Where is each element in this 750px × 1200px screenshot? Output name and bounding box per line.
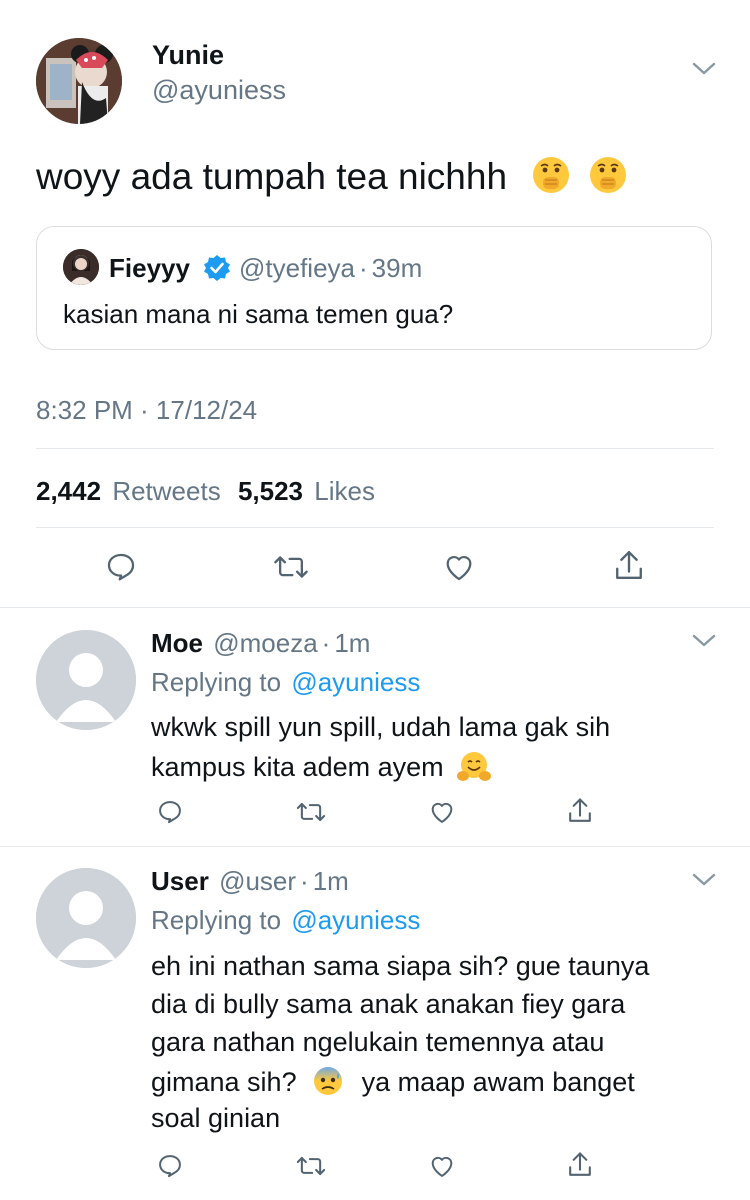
retweet-icon (274, 556, 308, 578)
quoted-handle-text: @tyefieya (239, 253, 355, 283)
divider (36, 448, 714, 449)
reply-text-line: wkwk spill yun spill, udah lama gak sih (151, 712, 611, 742)
likes-count[interactable]: 5,523 (238, 476, 303, 506)
divider (0, 607, 750, 608)
anxious-face-with-sweat-icon (312, 1065, 344, 1097)
retweets-count[interactable]: 2,442 (36, 476, 101, 506)
retweet-button[interactable] (295, 1152, 327, 1180)
tweet-text-content: woyy ada tumpah tea nichhh (36, 156, 508, 197)
separator-dot: · (321, 628, 331, 658)
reply-author-handle[interactable]: @user (219, 866, 296, 896)
replying-to-link[interactable]: @ayuniess (291, 905, 420, 935)
tweet-timestamp[interactable]: 8:32 PM · 17/12/24 (36, 395, 257, 426)
reply-time: 1m (334, 628, 371, 658)
share-button[interactable] (566, 796, 594, 826)
reply-text-line: gimana sih? ya maap awam banget (151, 1065, 635, 1098)
reply-button[interactable] (156, 798, 184, 826)
author-avatar[interactable] (36, 38, 122, 124)
reply-text-line: gara nathan ngelukain temennya atau (151, 1027, 605, 1057)
heart-icon (446, 556, 472, 581)
reply-text-line: eh ini nathan sama siapa sih? gue taunya (151, 951, 650, 981)
replying-to-label: Replying to (151, 905, 282, 935)
heart-icon (431, 802, 453, 823)
tweet-stats: 2,442 Retweets 5,523 Likes (36, 476, 375, 507)
default-avatar-icon[interactable] (36, 868, 136, 968)
quoted-tweet-card[interactable]: Fieyyy @tyefieya · 39m kasian mana ni sama… (36, 226, 712, 350)
retweets-label[interactable]: Retweets (112, 476, 220, 506)
reply-author-name[interactable]: User (151, 866, 209, 896)
quoted-tweet-text: kasian mana ni sama temen gua? (63, 299, 454, 329)
reply-button[interactable] (156, 1152, 184, 1180)
tweet-text: woyy ada tumpah tea nichhh (36, 155, 628, 198)
replying-to-link[interactable]: @ayuniess (291, 667, 420, 697)
like-button[interactable] (428, 798, 456, 826)
chevron-down-icon[interactable] (692, 873, 716, 887)
reply-text-content: ya maap awam banget (361, 1067, 635, 1097)
retweet-icon (296, 1156, 326, 1176)
reply-time: 1m (312, 866, 349, 896)
divider (36, 527, 714, 528)
likes-label[interactable]: Likes (314, 476, 375, 506)
like-button[interactable] (428, 1152, 456, 1180)
reply-text-line: kampus kita adem ayem (151, 750, 492, 783)
retweet-button[interactable] (295, 798, 327, 826)
author-name[interactable]: Yunie (152, 40, 224, 71)
reply-author-handle[interactable]: @moeza (213, 628, 317, 658)
reply-header: Moe @moeza · 1m (151, 628, 370, 659)
reply-icon (107, 553, 135, 581)
reply-header: User @user · 1m (151, 866, 349, 897)
reply-text-line: soal ginian (151, 1103, 281, 1133)
separator-dot: · (359, 253, 368, 283)
reply-text-line: dia di bully sama anak anakan fiey gara (151, 989, 626, 1019)
separator-dot: · (300, 866, 309, 896)
like-button[interactable] (442, 550, 476, 584)
chevron-down-icon[interactable] (692, 634, 716, 648)
replying-to: Replying to @ayuniess (151, 905, 420, 936)
quoted-time: 39m (371, 253, 423, 283)
share-icon (616, 550, 642, 579)
reply-icon (159, 1155, 181, 1178)
reply-icon (159, 801, 181, 824)
share-button[interactable] (612, 548, 646, 584)
verified-badge-icon (203, 254, 231, 282)
replying-to-label: Replying to (151, 667, 282, 697)
quoted-author-avatar (63, 249, 99, 285)
retweet-icon (296, 802, 326, 822)
shushing-face-icon (531, 155, 571, 195)
reply-text-content: gimana sih? (151, 1067, 297, 1097)
replying-to: Replying to @ayuniess (151, 667, 420, 698)
author-handle[interactable]: @ayuniess (152, 75, 286, 106)
share-icon (569, 1152, 591, 1176)
quoted-author-handle: @tyefieya · 39m (239, 253, 422, 284)
chevron-down-icon[interactable] (692, 62, 716, 76)
quoted-author-name: Fieyyy (109, 253, 190, 283)
hugging-face-icon (457, 750, 492, 782)
shushing-face-icon (588, 155, 628, 195)
default-avatar-icon[interactable] (36, 630, 136, 730)
retweet-button[interactable] (272, 550, 310, 584)
reply-text-content: kampus kita adem ayem (151, 752, 444, 782)
heart-icon (431, 1156, 453, 1177)
reply-author-name[interactable]: Moe (151, 628, 203, 658)
reply-button[interactable] (104, 550, 138, 584)
divider (0, 846, 750, 847)
share-button[interactable] (566, 1150, 594, 1180)
share-icon (569, 798, 591, 822)
